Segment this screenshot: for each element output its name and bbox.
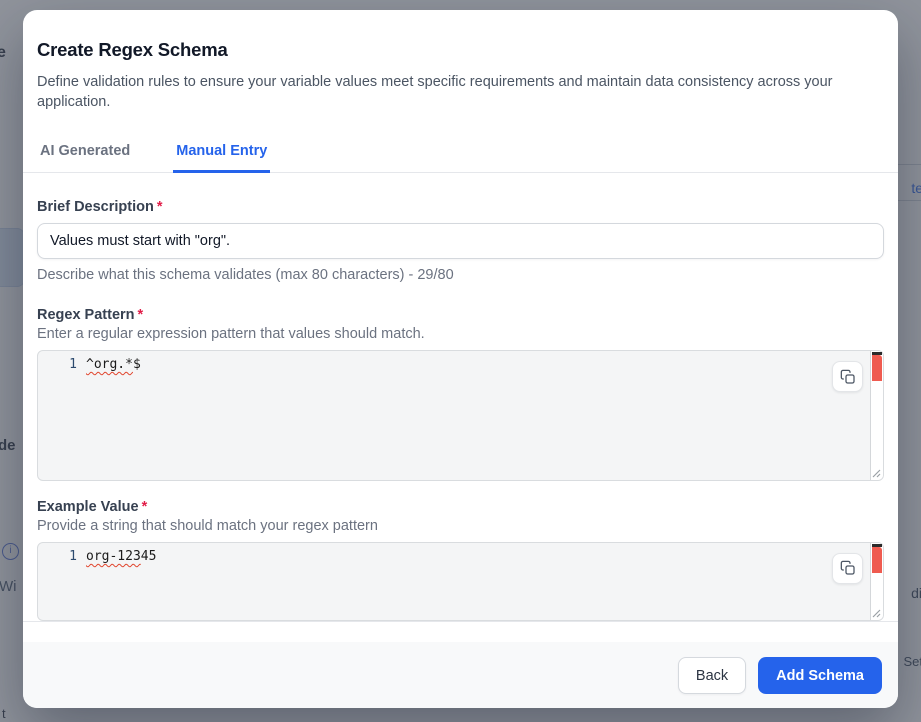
- dialog-footer: Back Add Schema: [23, 642, 898, 708]
- back-button[interactable]: Back: [678, 657, 746, 694]
- tab-ai-generated[interactable]: AI Generated: [37, 143, 133, 172]
- dialog-body: Create Regex Schema Define validation ru…: [23, 10, 898, 621]
- label-text: Regex Pattern: [37, 307, 135, 323]
- code-text: ^org.*$: [86, 357, 141, 372]
- brief-description-label: Brief Description*: [37, 199, 884, 215]
- tab-manual-entry[interactable]: Manual Entry: [173, 143, 270, 173]
- brief-description-input[interactable]: [37, 223, 884, 260]
- error-marker: [872, 355, 882, 381]
- label-text: Example Value: [37, 499, 139, 515]
- add-schema-button[interactable]: Add Schema: [758, 657, 882, 694]
- lint-error-text: ^org.*: [86, 357, 133, 372]
- copy-button[interactable]: [832, 553, 863, 584]
- required-asterisk: *: [157, 199, 163, 215]
- copy-icon: [840, 369, 856, 385]
- code-text: org-12345: [86, 549, 156, 564]
- example-value-helper: Provide a string that should match your …: [37, 518, 884, 534]
- code-text-rest: 45: [141, 549, 157, 564]
- required-asterisk: *: [142, 499, 148, 515]
- annotation-gutter: [870, 351, 883, 480]
- line-number: 1: [38, 357, 77, 372]
- footer-divider: [23, 621, 898, 622]
- dialog-footer-zone: Back Add Schema: [23, 621, 898, 708]
- brief-description-helper: Describe what this schema validates (max…: [37, 267, 884, 283]
- dialog-description: Define validation rules to ensure your v…: [37, 72, 884, 113]
- regex-pattern-editor[interactable]: 1 ^org.*$: [37, 350, 884, 481]
- example-value-editor[interactable]: 1 org-12345: [37, 542, 884, 621]
- error-marker: [872, 547, 882, 573]
- create-regex-schema-dialog: Create Regex Schema Define validation ru…: [23, 10, 898, 708]
- resize-handle-icon[interactable]: [870, 607, 881, 618]
- example-value-label: Example Value*: [37, 499, 884, 515]
- code-text-rest: $: [133, 357, 141, 372]
- code-line: 1 org-12345: [38, 549, 869, 564]
- tab-bar: AI Generated Manual Entry: [23, 143, 898, 173]
- regex-pattern-label: Regex Pattern*: [37, 307, 884, 323]
- line-number: 1: [38, 549, 77, 564]
- required-asterisk: *: [138, 307, 144, 323]
- copy-button[interactable]: [832, 361, 863, 392]
- regex-pattern-helper: Enter a regular expression pattern that …: [37, 326, 884, 342]
- label-text: Brief Description: [37, 199, 154, 215]
- lint-error-text: org-123: [86, 549, 141, 564]
- resize-handle-icon[interactable]: [870, 467, 881, 478]
- code-line: 1 ^org.*$: [38, 357, 869, 372]
- dialog-title: Create Regex Schema: [37, 39, 884, 61]
- copy-icon: [840, 560, 856, 576]
